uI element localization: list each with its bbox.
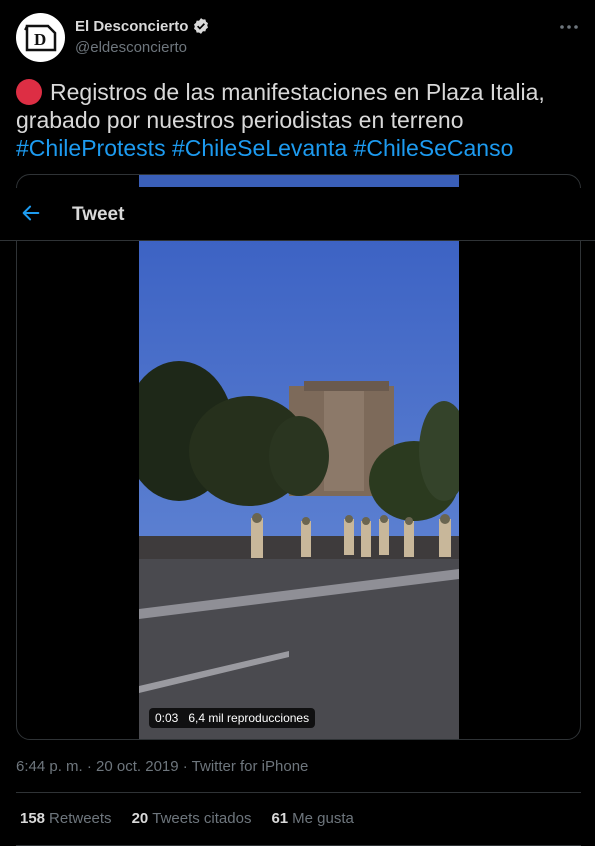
tweet-author-header: D El Desconcierto @eldesconcierto (16, 13, 581, 65)
author-name[interactable]: El Desconcierto (75, 17, 210, 35)
logo-icon: D (23, 24, 56, 51)
red-circle-emoji-icon (16, 79, 42, 105)
quotes-label: Tweets citados (152, 810, 252, 827)
video-duration: 0:03 (155, 711, 179, 725)
tweet-text-line-1: Registros de las manifestaciones en Plaz… (50, 79, 545, 105)
tweet-header-bar: Tweet (0, 188, 595, 241)
retweets-stat[interactable]: 158 Retweets (20, 810, 112, 827)
page-title: Tweet (72, 204, 125, 225)
hashtag-link[interactable]: #ChileProtests (16, 135, 166, 161)
retweets-label: Retweets (49, 810, 112, 827)
tweet-stats: 158 Retweets 20 Tweets citados 61 Me gusta (20, 810, 354, 827)
quotes-stat[interactable]: 20 Tweets citados (132, 810, 252, 827)
verified-badge-icon (194, 18, 209, 34)
avatar[interactable]: D (16, 13, 65, 62)
hashtag-link[interactable]: #ChileSeLevanta (172, 135, 347, 161)
more-options-icon[interactable] (557, 15, 581, 39)
author-handle[interactable]: @eldesconcierto (75, 39, 187, 56)
tweet-text-line-2: grabado por nuestros periodistas en terr… (16, 107, 464, 133)
likes-stat[interactable]: 61 Me gusta (271, 810, 353, 827)
tweet-text: Registros de las manifestaciones en Plaz… (16, 78, 576, 162)
video-top-strip (139, 175, 459, 187)
tweet-timestamp[interactable]: 6:44 p. m. · 20 oct. 2019 · Twitter for … (16, 758, 308, 775)
video-frame (139, 241, 459, 739)
svg-text:D: D (34, 30, 46, 49)
likes-label: Me gusta (292, 810, 354, 827)
video-views: 6,4 mil reproducciones (188, 711, 310, 725)
retweets-count: 158 (20, 810, 46, 827)
author-name-text: El Desconcierto (75, 17, 189, 35)
hashtag-link[interactable]: #ChileSeCanso (354, 135, 514, 161)
tweet-media-card: 0:03 6,4 mil reproducciones (16, 174, 581, 740)
tweet-page: D El Desconcierto @eldesconcierto Regist… (0, 0, 595, 846)
video-player[interactable]: 0:03 6,4 mil reproducciones (139, 241, 459, 739)
quotes-count: 20 (131, 810, 149, 827)
back-arrow-icon[interactable] (20, 202, 42, 224)
divider (16, 792, 581, 793)
video-info-badge: 0:03 6,4 mil reproducciones (149, 708, 316, 728)
likes-count: 61 (271, 810, 289, 827)
